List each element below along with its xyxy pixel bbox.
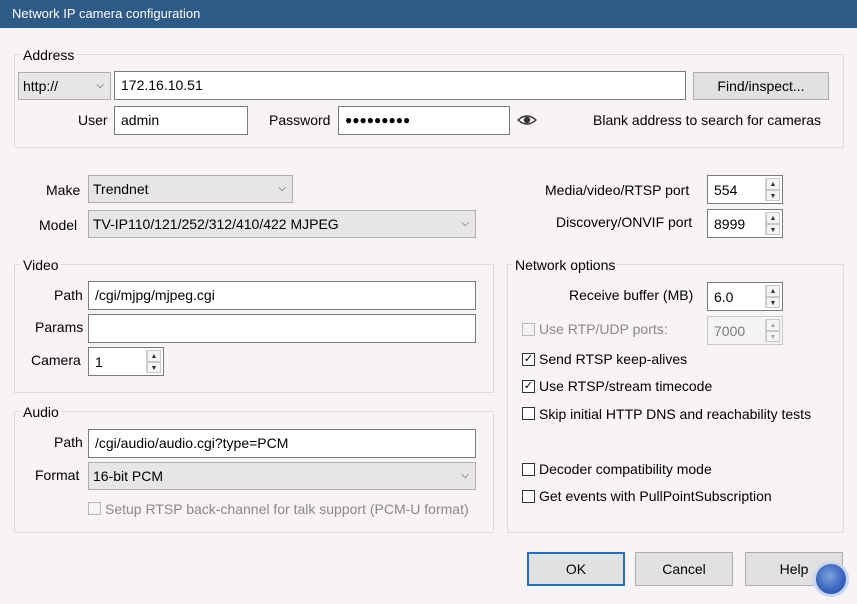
protocol-value: http:// bbox=[23, 78, 59, 94]
spinner-arrows: ▲ ▼ bbox=[765, 285, 780, 308]
address-value: 172.16.10.51 bbox=[121, 77, 203, 93]
audio-group-label: Audio bbox=[21, 404, 61, 420]
audio-format-label: Format bbox=[35, 467, 80, 483]
video-params-input[interactable] bbox=[88, 314, 476, 343]
spin-up-icon[interactable]: ▲ bbox=[766, 319, 780, 331]
protocol-select[interactable]: http:// ⌵ bbox=[18, 72, 111, 100]
window-title: Network IP camera configuration bbox=[12, 6, 201, 21]
user-value: admin bbox=[121, 112, 160, 128]
receive-buffer-label: Receive buffer (MB) bbox=[569, 287, 694, 303]
discovery-port-spinner[interactable]: 8999 ▲ ▼ bbox=[707, 209, 783, 238]
receive-buffer-spinner[interactable]: 6.0 ▲ ▼ bbox=[707, 282, 783, 311]
spinner-arrows: ▲ ▼ bbox=[146, 350, 161, 373]
audio-path-label: Path bbox=[54, 434, 83, 450]
pullpoint-checkbox[interactable] bbox=[522, 490, 535, 503]
spin-down-icon[interactable]: ▼ bbox=[766, 296, 780, 308]
rtp-udp-checkbox[interactable] bbox=[522, 323, 535, 336]
video-path-label: Path bbox=[54, 287, 83, 303]
find-inspect-button[interactable]: Find/inspect... bbox=[693, 72, 829, 100]
audio-format-select[interactable]: 16-bit PCM ⌵ bbox=[88, 462, 476, 490]
media-port-label: Media/video/RTSP port bbox=[545, 182, 690, 198]
password-value: ●●●●●●●●● bbox=[345, 113, 411, 127]
address-group-label: Address bbox=[21, 47, 77, 63]
spin-up-icon[interactable]: ▲ bbox=[766, 178, 780, 190]
discovery-port-value: 8999 bbox=[714, 216, 746, 232]
camera-spinner[interactable]: 1 ▲ ▼ bbox=[88, 347, 164, 376]
make-select[interactable]: Trendnet ⌵ bbox=[88, 175, 293, 203]
spin-up-icon[interactable]: ▲ bbox=[766, 285, 780, 297]
camera-value: 1 bbox=[95, 354, 103, 370]
network-options-label: Network options bbox=[513, 257, 618, 273]
skip-dns-label: Skip initial HTTP DNS and reachability t… bbox=[539, 406, 812, 422]
ok-button[interactable]: OK bbox=[527, 552, 625, 586]
spin-down-icon[interactable]: ▼ bbox=[766, 189, 780, 201]
spin-down-icon[interactable]: ▼ bbox=[766, 223, 780, 235]
audio-path-value: /cgi/audio/audio.cgi?type=PCM bbox=[95, 435, 289, 451]
backchannel-label: Setup RTSP back-channel for talk support… bbox=[105, 501, 469, 517]
model-select[interactable]: TV-IP110/121/252/312/410/422 MJPEG ⌵ bbox=[88, 210, 476, 238]
chevron-down-icon: ⌵ bbox=[461, 470, 469, 481]
user-label: User bbox=[78, 112, 108, 128]
spinner-arrows: ▲ ▼ bbox=[765, 319, 780, 342]
camera-label: Camera bbox=[31, 352, 81, 368]
spinner-arrows: ▲ ▼ bbox=[765, 178, 780, 201]
checkmark-icon: ✓ bbox=[523, 353, 534, 365]
video-params-label: Params bbox=[35, 319, 84, 335]
spin-down-icon[interactable]: ▼ bbox=[147, 361, 161, 373]
user-input[interactable]: admin bbox=[114, 106, 248, 135]
eye-icon[interactable] bbox=[516, 111, 538, 129]
password-label: Password bbox=[269, 112, 331, 128]
receive-buffer-value: 6.0 bbox=[714, 289, 734, 305]
chevron-down-icon: ⌵ bbox=[461, 218, 469, 229]
audio-format-value: 16-bit PCM bbox=[93, 468, 164, 484]
media-port-value: 554 bbox=[714, 182, 738, 198]
video-group-label: Video bbox=[21, 257, 61, 273]
checkmark-icon: ✓ bbox=[523, 380, 534, 392]
timecode-checkbox[interactable]: ✓ bbox=[522, 380, 535, 393]
password-input[interactable]: ●●●●●●●●● bbox=[338, 106, 510, 135]
spin-down-icon[interactable]: ▼ bbox=[766, 330, 780, 342]
video-path-input[interactable]: /cgi/mjpg/mjpeg.cgi bbox=[88, 281, 476, 310]
audio-path-input[interactable]: /cgi/audio/audio.cgi?type=PCM bbox=[88, 429, 476, 458]
address-input[interactable]: 172.16.10.51 bbox=[114, 71, 686, 100]
keepalive-label: Send RTSP keep-alives bbox=[539, 351, 688, 367]
timecode-label: Use RTSP/stream timecode bbox=[539, 378, 713, 394]
pullpoint-label: Get events with PullPointSubscription bbox=[539, 488, 772, 504]
click-indicator-icon bbox=[813, 561, 849, 597]
title-bar: Network IP camera configuration bbox=[0, 0, 857, 28]
backchannel-checkbox[interactable] bbox=[88, 502, 101, 515]
decoder-compat-label: Decoder compatibility mode bbox=[539, 461, 712, 477]
rtp-port-spinner[interactable]: 7000 ▲ ▼ bbox=[707, 316, 783, 345]
cancel-button[interactable]: Cancel bbox=[635, 552, 733, 586]
keepalive-checkbox[interactable]: ✓ bbox=[522, 353, 535, 366]
decoder-compat-checkbox[interactable] bbox=[522, 463, 535, 476]
model-label: Model bbox=[39, 217, 78, 233]
model-value: TV-IP110/121/252/312/410/422 MJPEG bbox=[93, 216, 339, 232]
skip-dns-checkbox[interactable] bbox=[522, 407, 535, 420]
rtp-port-value: 7000 bbox=[714, 323, 746, 339]
chevron-down-icon: ⌵ bbox=[96, 80, 104, 91]
spinner-arrows: ▲ ▼ bbox=[765, 212, 780, 235]
video-path-value: /cgi/mjpg/mjpeg.cgi bbox=[95, 287, 215, 303]
make-value: Trendnet bbox=[93, 181, 149, 197]
spin-up-icon[interactable]: ▲ bbox=[147, 350, 161, 362]
make-label: Make bbox=[46, 182, 81, 198]
discovery-port-label: Discovery/ONVIF port bbox=[556, 214, 693, 230]
chevron-down-icon: ⌵ bbox=[278, 183, 286, 194]
address-hint: Blank address to search for cameras bbox=[593, 112, 821, 128]
media-port-spinner[interactable]: 554 ▲ ▼ bbox=[707, 175, 783, 204]
spin-up-icon[interactable]: ▲ bbox=[766, 212, 780, 224]
rtp-udp-label: Use RTP/UDP ports: bbox=[539, 321, 668, 337]
